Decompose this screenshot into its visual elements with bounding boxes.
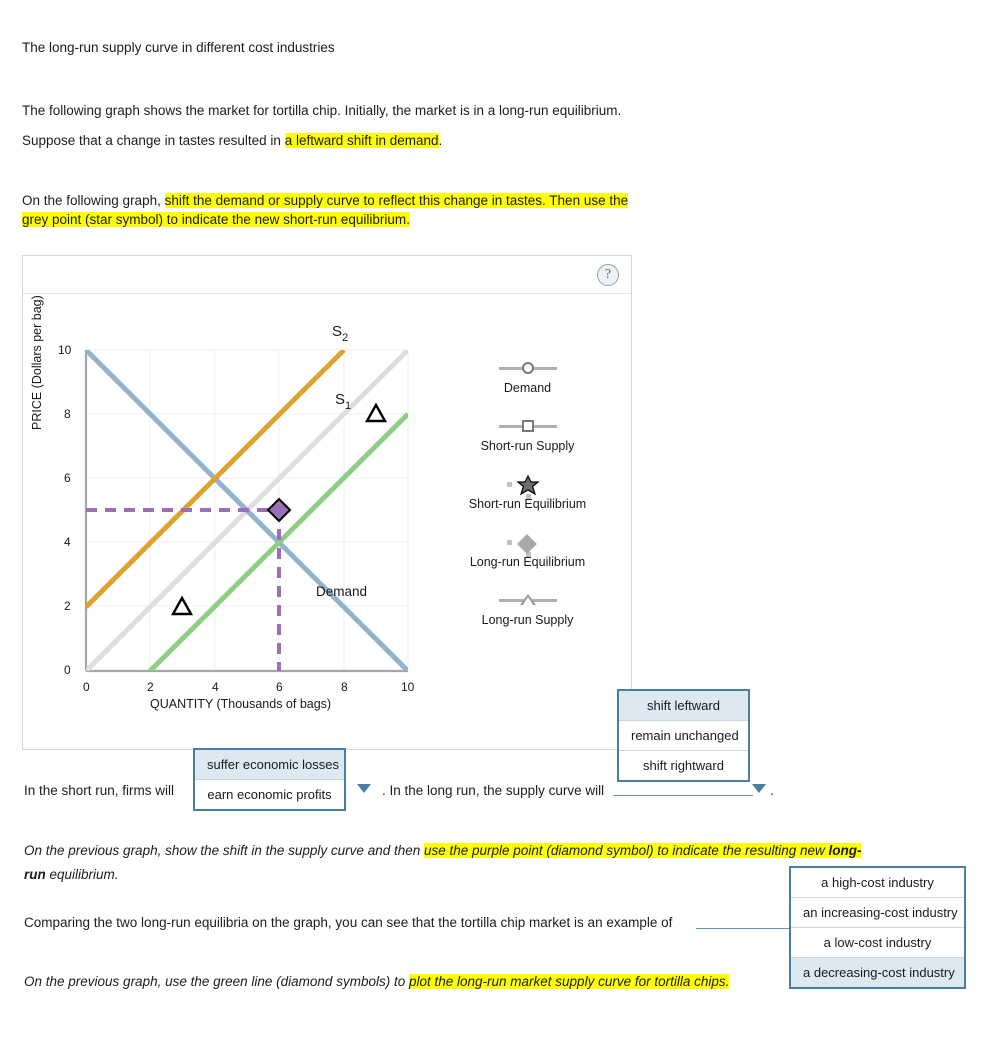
y-tick-4: 4 <box>64 535 71 549</box>
question-3-dropdown-underline <box>696 928 792 929</box>
y-tick-2: 2 <box>64 599 71 613</box>
intro-line-3-pre: On the following graph, <box>22 193 165 208</box>
series-label-s2-sub: 2 <box>342 332 348 344</box>
longrun-supply-marker-2 <box>364 402 388 423</box>
series-label-s1-sub: 1 <box>345 400 351 412</box>
legend-item-short-run-equilibrium[interactable]: Short-run Equilibrium <box>455 474 600 511</box>
dropdown-option-a-low-cost-industry[interactable]: a low-cost industry <box>791 928 964 958</box>
x-tick-10: 10 <box>401 680 415 694</box>
legend-item-short-run-supply[interactable]: Short-run Supply <box>455 416 600 453</box>
y-tick-0: 0 <box>64 663 71 677</box>
y-axis-label: PRICE (Dollars per bag) <box>30 295 44 430</box>
question-1-dropdown-2-caret[interactable] <box>752 784 766 793</box>
intro-line-2-post: . <box>438 133 443 148</box>
series-label-s2: S <box>332 323 342 340</box>
legend-label-short-run-supply: Short-run Supply <box>480 439 575 453</box>
question-2-rest: equilibrium. <box>45 867 119 882</box>
intro-line-1: The following graph shows the market for… <box>22 103 622 118</box>
legend-item-long-run-supply[interactable]: Long-run Supply <box>455 590 600 627</box>
dropdown-option-a-high-cost-industry[interactable]: a high-cost industry <box>791 868 964 898</box>
question-1-dropdown-1-caret[interactable] <box>357 784 371 793</box>
dropdown-long-run-supply-curve[interactable]: shift leftward remain unchanged shift ri… <box>617 689 750 782</box>
intro-line-2: Suppose that a change in tastes resulted… <box>22 131 922 150</box>
dropdown-industry-type[interactable]: a high-cost industry an increasing-cost … <box>789 866 966 989</box>
legend-label-demand: Demand <box>503 381 552 395</box>
dropdown-option-an-increasing-cost-industry[interactable]: an increasing-cost industry <box>791 898 964 928</box>
help-icon[interactable]: ? <box>597 264 619 286</box>
y-tick-8: 8 <box>64 407 71 421</box>
series-label-s1: S <box>335 391 345 408</box>
page-title: The long-run supply curve in different c… <box>22 40 335 55</box>
line-triangle-icon <box>455 590 600 610</box>
y-tick-10: 10 <box>58 343 72 357</box>
question-2-bold-run: run <box>24 867 46 882</box>
dropdown-option-earn-economic-profits[interactable]: earn economic profits <box>195 780 344 809</box>
question-4-pre: On the previous graph, use the green lin… <box>24 974 409 989</box>
graph-panel-header: ? <box>23 256 631 294</box>
question-2-line-1: On the previous graph, show the shift in… <box>24 841 924 860</box>
legend-label-long-run-supply: Long-run Supply <box>481 613 574 627</box>
longrun-equilibrium-point <box>266 497 292 523</box>
dropdown-option-remain-unchanged[interactable]: remain unchanged <box>619 721 748 751</box>
star-point-icon <box>455 474 600 499</box>
x-tick-0: 0 <box>83 680 90 694</box>
question-2-line-2: run equilibrium. <box>24 865 119 884</box>
legend-item-long-run-equilibrium[interactable]: Long-run Equilibrium <box>455 532 600 569</box>
question-2-highlight-b: long- <box>828 843 862 858</box>
question-1-mid: . In the long run, the supply curve will <box>382 783 605 798</box>
x-tick-4: 4 <box>212 680 219 694</box>
x-tick-8: 8 <box>341 680 348 694</box>
question-3-text: Comparing the two long-run equilibria on… <box>24 915 673 930</box>
question-2-pre: On the previous graph, show the shift in… <box>24 843 424 858</box>
legend-label-short-run-equilibrium: Short-run Equilibrium <box>468 497 587 511</box>
dropdown-short-run-firms[interactable]: suffer economic losses earn economic pro… <box>193 748 346 811</box>
line-circle-icon <box>455 358 600 378</box>
intro-line-3: On the following graph, shift the demand… <box>22 191 922 229</box>
intro-line-2-highlight: a leftward shift in demand <box>284 133 439 148</box>
legend-item-demand[interactable]: Demand <box>455 358 600 395</box>
diamond-point-icon <box>455 532 600 557</box>
question-1-post: . <box>770 783 774 798</box>
x-tick-6: 6 <box>276 680 283 694</box>
x-tick-2: 2 <box>147 680 154 694</box>
dropdown-option-a-decreasing-cost-industry[interactable]: a decreasing-cost industry <box>791 958 964 987</box>
dropdown-option-shift-leftward[interactable]: shift leftward <box>619 691 748 721</box>
chart-legend: Demand Short-run Supply Short-run Equili… <box>455 358 600 648</box>
question-1-pre: In the short run, firms will <box>24 783 175 798</box>
question-2-highlight-a: use the purple point (diamond symbol) to… <box>424 843 829 858</box>
intro-line-3-highlight-a: shift the demand or supply curve to refl… <box>164 193 629 208</box>
x-axis-label: QUANTITY (Thousands of bags) <box>150 697 332 711</box>
dropdown-option-suffer-economic-losses[interactable]: suffer economic losses <box>195 750 344 780</box>
question-1-dropdown-2-underline <box>613 795 753 796</box>
equilibrium-guides <box>86 508 281 671</box>
intro-line-2-pre: Suppose that a change in tastes resulted… <box>22 133 285 148</box>
legend-label-long-run-equilibrium: Long-run Equilibrium <box>469 555 586 569</box>
intro-line-3-highlight-b: grey point (star symbol) to indicate the… <box>22 212 410 227</box>
series-label-demand: Demand <box>316 584 367 599</box>
y-tick-6: 6 <box>64 471 71 485</box>
dropdown-option-shift-rightward[interactable]: shift rightward <box>619 751 748 780</box>
line-square-icon <box>455 416 600 436</box>
question-4-highlight: plot the long-run market supply curve fo… <box>408 974 730 989</box>
